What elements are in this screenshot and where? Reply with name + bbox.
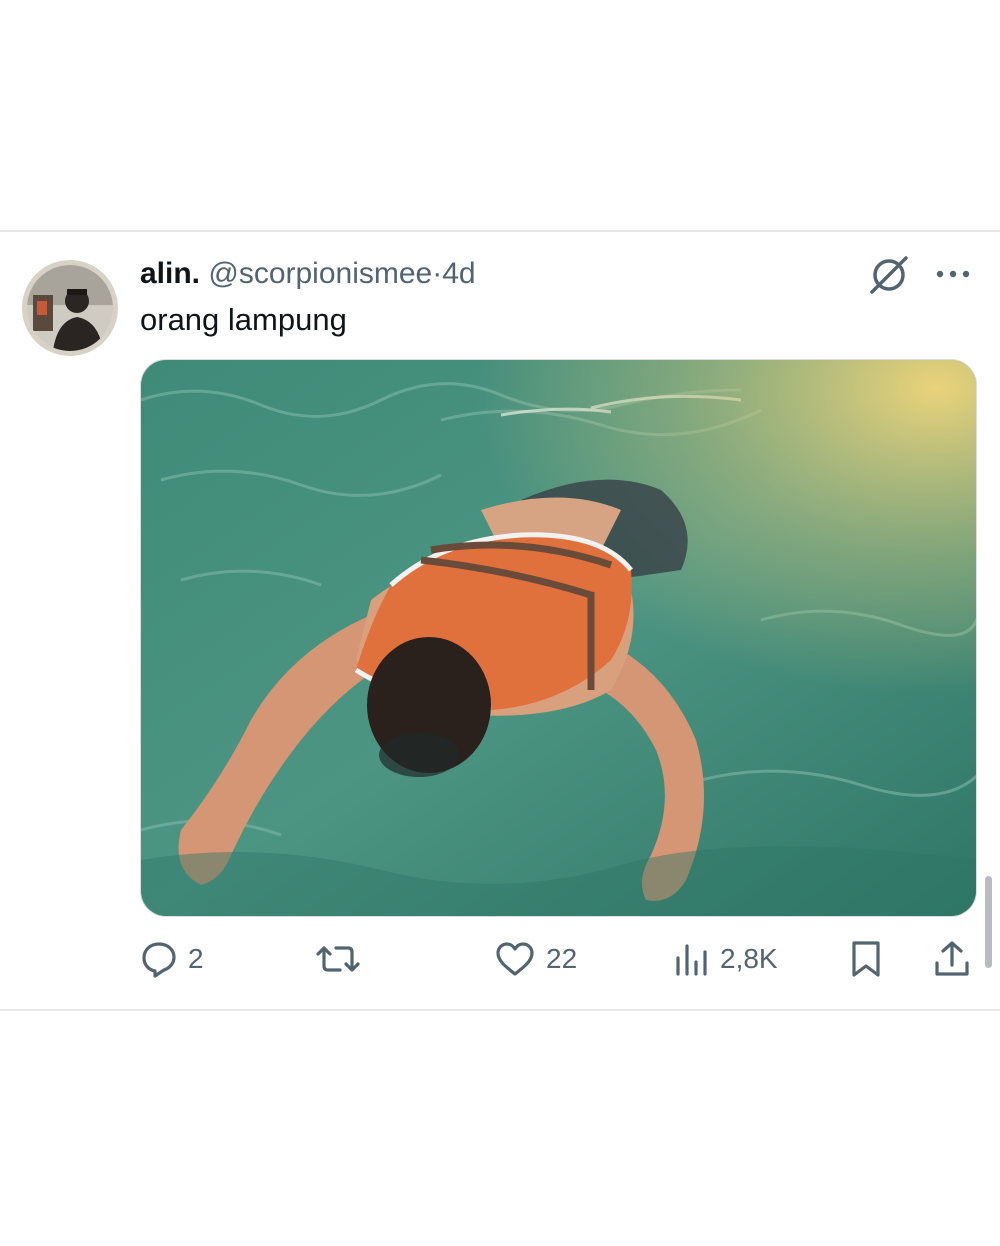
more-options-icon[interactable]: [932, 256, 974, 292]
separator-dot: ·: [432, 257, 443, 290]
reply-count: 2: [188, 943, 204, 974]
tweet-timestamp[interactable]: 4d: [442, 257, 475, 290]
share-icon: [932, 939, 972, 979]
views-icon: [672, 940, 710, 978]
views-button[interactable]: 2,8K: [672, 932, 778, 986]
views-count: 2,8K: [720, 943, 778, 974]
like-count: 22: [546, 943, 578, 974]
reply-button[interactable]: 2: [140, 932, 204, 986]
share-button[interactable]: [932, 932, 972, 986]
reply-icon: [140, 940, 178, 978]
heart-icon: [494, 940, 536, 978]
retweet-icon: [314, 940, 362, 978]
scrollbar[interactable]: [985, 876, 992, 968]
like-button[interactable]: 22: [494, 932, 577, 986]
bookmark-icon: [848, 939, 884, 979]
display-name[interactable]: alin.: [140, 257, 200, 290]
tweet-header: alin. @scorpionismee·4d: [140, 254, 476, 294]
grok-icon[interactable]: [866, 252, 912, 298]
tweet-media-image[interactable]: [140, 359, 977, 917]
user-handle[interactable]: @scorpionismee: [208, 257, 432, 290]
retweet-button[interactable]: [314, 932, 372, 986]
bottom-divider: [0, 1009, 1000, 1011]
tweet-actions-bar: 2 22 2,8K: [0, 932, 1000, 986]
tweet-text: orang lampung: [140, 302, 347, 337]
bookmark-button[interactable]: [848, 932, 884, 986]
avatar[interactable]: [22, 260, 118, 356]
top-divider: [0, 230, 1000, 232]
